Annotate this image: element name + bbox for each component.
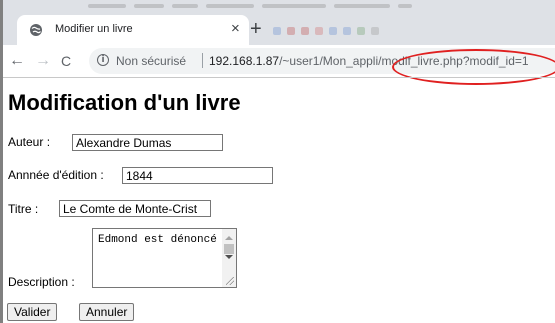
tab-modifier-livre[interactable]: Modifier un livre × — [17, 15, 249, 45]
address-separator — [202, 53, 203, 68]
description-text: Edmond est dénoncé — [98, 234, 217, 246]
cancel-button[interactable]: Annuler — [79, 303, 135, 321]
title-field[interactable] — [59, 200, 211, 217]
description-textarea[interactable]: Edmond est dénoncé — [92, 228, 237, 288]
description-label: Description : — [8, 275, 75, 289]
globe-icon — [30, 24, 42, 36]
url-highlight-annotation — [392, 49, 555, 85]
year-label: Annnée d'édition : — [8, 168, 104, 182]
reload-icon[interactable]: C — [61, 51, 71, 71]
scroll-down-icon[interactable] — [225, 255, 233, 259]
background-menu-bar — [88, 4, 448, 14]
scroll-up-icon[interactable] — [225, 236, 233, 240]
title-label: Titre : — [8, 202, 39, 216]
tab-strip: Modifier un livre × + — [3, 0, 555, 45]
info-icon[interactable]: i — [97, 54, 109, 66]
scrollbar-thumb[interactable] — [224, 244, 234, 254]
close-tab-icon[interactable]: × — [231, 20, 240, 38]
security-label[interactable]: Non sécurisé — [116, 54, 186, 68]
toolbar-divider — [3, 77, 555, 78]
submit-button[interactable]: Valider — [7, 303, 58, 321]
author-field[interactable] — [72, 134, 223, 151]
year-field[interactable] — [122, 167, 273, 184]
author-label: Auteur : — [8, 135, 51, 149]
forward-arrow-icon[interactable]: → — [35, 51, 51, 71]
page-title: Modification d'un livre — [8, 90, 241, 115]
background-toolbar-icons — [273, 27, 403, 37]
tab-title: Modifier un livre — [55, 23, 133, 35]
new-tab-icon[interactable]: + — [250, 18, 262, 40]
url-host: 192.168.1.87 — [209, 54, 280, 68]
resize-grip-icon[interactable] — [226, 277, 234, 285]
back-arrow-icon[interactable]: ← — [9, 51, 25, 71]
